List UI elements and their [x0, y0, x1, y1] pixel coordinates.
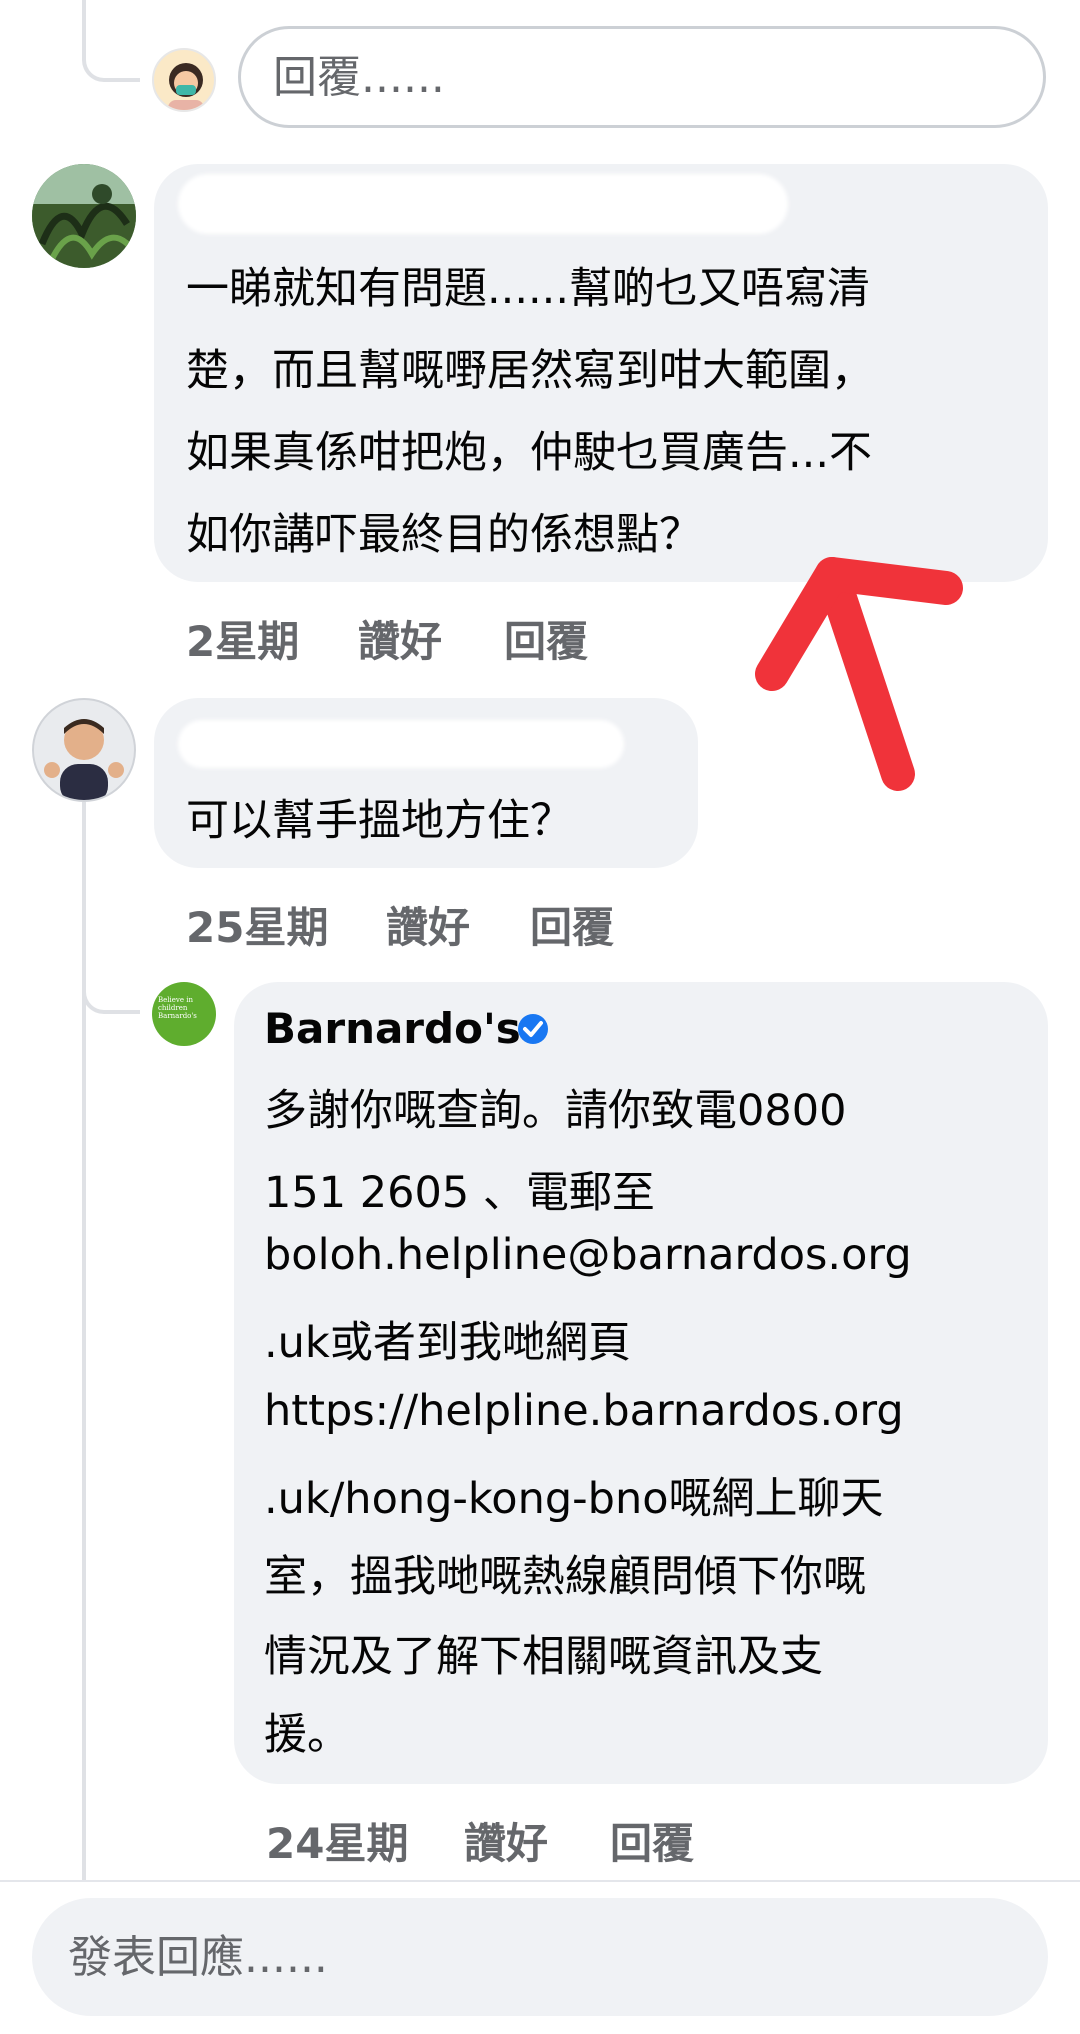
- page-reply-line-4: .uk或者到我哋網頁: [264, 1318, 631, 1368]
- compose-divider: [0, 1880, 1080, 1882]
- page-reply-bubble: Barnardo's 多謝你嘅查詢。請你致電0800 151 2605 、電郵至…: [234, 982, 1048, 1784]
- reply-input[interactable]: [238, 26, 1046, 128]
- compose-comment-input[interactable]: [32, 1898, 1048, 2016]
- page-reply-line-5[interactable]: https://helpline.barnardos.org: [264, 1386, 904, 1436]
- page-reply-line-6[interactable]: .uk/hong-kong-bno嘅網上聊天: [264, 1464, 884, 1526]
- page-reply-line-8: 情況及了解下相關嘅資訊及支: [264, 1632, 823, 1682]
- comment-1-author-redaction: [178, 174, 788, 234]
- page-reply-line-2: 151 2605 、電郵至: [264, 1168, 655, 1218]
- page-reply-author[interactable]: Barnardo's: [264, 1004, 521, 1053]
- comment-1-like-link[interactable]: 讚好: [358, 608, 442, 669]
- page-reply-line-1: 多謝你嘅查詢。請你致電0800: [264, 1086, 847, 1136]
- barnardos-avatar[interactable]: Believe in children Barnardo's: [152, 982, 216, 1046]
- comment-1-line-1: 一睇就知有問題......幫啲乜又唔寫清: [186, 264, 871, 314]
- commenter-1-avatar[interactable]: [32, 164, 136, 268]
- comment-1-reply-link[interactable]: 回覆: [504, 608, 588, 669]
- page-reply-line-9: 援。: [264, 1710, 350, 1760]
- comment-1-time[interactable]: 2星期: [186, 608, 299, 669]
- comment-2-like-link[interactable]: 讚好: [386, 894, 470, 955]
- comment-2-author-redaction: [178, 720, 624, 768]
- page-reply-like-link[interactable]: 讚好: [464, 1810, 548, 1871]
- comment-1-line-4: 如你講吓最終目的係想點？: [186, 510, 702, 560]
- comment-1-line-3: 如果真係咁把炮，仲駛乜買廣告...不: [186, 428, 873, 478]
- barnardos-logo-text: Believe in children Barnardo's: [158, 996, 212, 1020]
- page-reply-time[interactable]: 24星期: [266, 1810, 408, 1871]
- barnardos-logo-line-3: Barnardo's: [158, 1012, 197, 1020]
- comment-2-bubble: 可以幫手搵地方住？: [154, 698, 698, 868]
- page-reply-line-3[interactable]: boloh.helpline@barnardos.org: [264, 1230, 912, 1280]
- barnardos-logo-line-1: Believe in: [158, 996, 193, 1004]
- comment-2-reply-link[interactable]: 回覆: [530, 894, 614, 955]
- thread-connector-page-reply: [82, 940, 140, 1014]
- comment-2-line-1: 可以幫手搵地方住？: [186, 796, 573, 846]
- verified-badge-icon: [518, 1014, 548, 1044]
- comment-1-line-2: 楚，而且幫嘅嘢居然寫到咁大範圍，: [186, 346, 874, 396]
- barnardos-logo-line-2: children: [158, 1004, 188, 1012]
- page-reply-line-7: 室，搵我哋嘅熱線顧問傾下你嘅: [264, 1552, 866, 1602]
- comment-2-time[interactable]: 25星期: [186, 894, 328, 955]
- page-reply-reply-link[interactable]: 回覆: [610, 1810, 694, 1871]
- thread-connector-top: [82, 0, 140, 82]
- current-user-avatar[interactable]: [152, 48, 216, 112]
- comment-1-bubble: 一睇就知有問題......幫啲乜又唔寫清 楚，而且幫嘅嘢居然寫到咁大範圍， 如果…: [154, 164, 1048, 582]
- commenter-2-avatar[interactable]: [32, 698, 136, 802]
- red-arrow-annotation: [755, 557, 963, 791]
